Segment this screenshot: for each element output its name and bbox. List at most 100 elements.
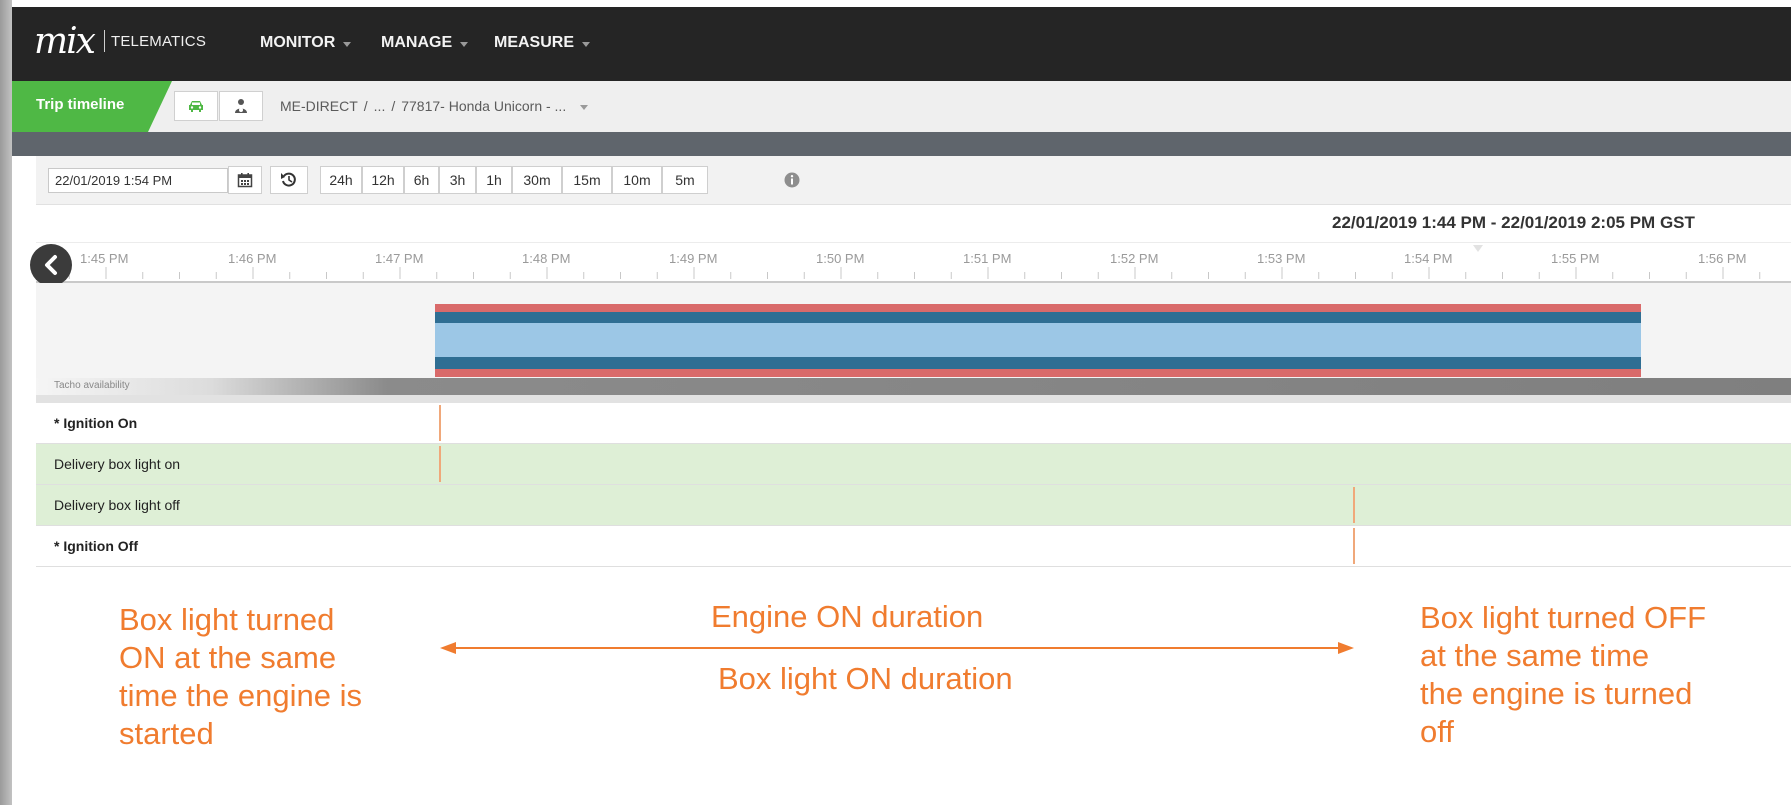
tacho-availability-bar: Tacho availability: [36, 378, 1791, 395]
stage: mix TELEMATICS MONITOR MANAGE MEASURE Tr…: [0, 0, 1791, 805]
time-axis-ticks: [68, 245, 1761, 279]
event-marker[interactable]: [1353, 528, 1355, 564]
event-label: Delivery box light off: [54, 497, 180, 513]
tick-label: 1:48 PM: [522, 251, 571, 266]
timeline-toolbar: 24h 12h 6h 3h 1h 30m 15m 10m 5m: [36, 156, 1791, 205]
breadcrumb-bar: Trip timeline ME-DIRECT / ... / 77817- H…: [12, 81, 1791, 132]
range-24h-button[interactable]: 24h: [320, 166, 362, 194]
range-label: 15m: [573, 172, 601, 188]
breadcrumb-org[interactable]: ME-DIRECT: [280, 98, 358, 114]
nav-monitor-label: MONITOR: [260, 34, 336, 51]
nav-measure[interactable]: MEASURE: [494, 34, 591, 52]
current-time-marker: [1473, 245, 1483, 252]
range-6h-button[interactable]: 6h: [404, 166, 439, 194]
breadcrumb-vehicle[interactable]: 77817- Honda Unicorn - ...: [401, 98, 566, 114]
nav-manage[interactable]: MANAGE: [381, 34, 469, 52]
tacho-underline: [36, 395, 1791, 403]
event-row-ignition-off[interactable]: * Ignition Off: [36, 526, 1791, 567]
nav-measure-label: MEASURE: [494, 34, 575, 51]
tick-label: 1:54 PM: [1404, 251, 1453, 266]
timeline-back-button[interactable]: [30, 244, 72, 286]
trip-timeline-label: Trip timeline: [36, 96, 125, 113]
caret-down-icon: [460, 41, 469, 47]
range-label: 24h: [329, 172, 353, 188]
annotation-line: Box light turned OFF: [1420, 600, 1707, 635]
range-30m-button[interactable]: 30m: [512, 166, 562, 194]
caret-down-icon: [343, 41, 352, 47]
event-label: Delivery box light on: [54, 456, 181, 472]
range-3h-button[interactable]: 3h: [439, 166, 476, 194]
range-5m-button[interactable]: 5m: [662, 166, 708, 194]
tick-label: 1:55 PM: [1551, 251, 1600, 266]
event-row-box-light-off[interactable]: Delivery box light off: [36, 485, 1791, 526]
event-label: * Ignition On: [54, 415, 138, 431]
time-axis[interactable]: 1:45 PM 1:46 PM 1:47 PM 1:48 PM 1:49 PM …: [36, 242, 1791, 284]
trip-bar-top-dark: [435, 312, 1641, 323]
tick-label: 1:50 PM: [816, 251, 865, 266]
mix-logo[interactable]: mix TELEMATICS: [34, 19, 206, 63]
annotation-line: Box light turned: [119, 602, 335, 637]
tick-label: 1:51 PM: [963, 251, 1012, 266]
range-label: 6h: [413, 172, 430, 188]
breadcrumb[interactable]: ME-DIRECT / ... / 77817- Honda Unicorn -…: [280, 98, 589, 114]
refresh-icon: [281, 172, 296, 187]
event-row-box-light-on[interactable]: Delivery box light on: [36, 444, 1791, 485]
event-row-ignition-on[interactable]: * Ignition On: [36, 403, 1791, 444]
refresh-button[interactable]: [270, 166, 308, 194]
event-marker[interactable]: [1353, 487, 1355, 523]
breadcrumb-ellipsis[interactable]: ...: [374, 98, 386, 114]
event-marker[interactable]: [439, 446, 441, 482]
caret-down-icon[interactable]: [580, 104, 589, 110]
logo-mark: mix: [34, 20, 96, 62]
logo-divider: [103, 30, 105, 52]
logo-text: TELEMATICS: [110, 32, 207, 50]
breadcrumb-separator: /: [363, 98, 368, 114]
caret-down-icon: [582, 41, 591, 47]
tacho-availability-label: Tacho availability: [54, 380, 130, 391]
nav-monitor[interactable]: MONITOR: [260, 34, 352, 52]
trip-bar-center: [435, 323, 1641, 357]
tick-label: 1:49 PM: [669, 251, 718, 266]
range-label: 3h: [449, 172, 466, 188]
annotation-line: the engine is turned: [1420, 676, 1693, 711]
breadcrumb-separator: /: [391, 98, 396, 114]
left-frame-strip: [0, 0, 12, 805]
calendar-icon: [237, 173, 253, 188]
trip-area: [36, 283, 1791, 378]
trip-bar-top-red: [435, 304, 1641, 312]
annotation-box-light-on-duration: Box light ON duration: [718, 661, 1013, 696]
range-12h-button[interactable]: 12h: [362, 166, 404, 194]
range-label: 30m: [523, 172, 551, 188]
trip-bar-bottom-dark: [435, 357, 1641, 369]
annotation-engine-on-duration: Engine ON duration: [711, 599, 984, 634]
duration-arrow: [440, 642, 1354, 654]
trip-bar[interactable]: [435, 304, 1641, 369]
timeline-range-label: 22/01/2019 1:44 PM - 22/01/2019 2:05 PM …: [1332, 213, 1695, 232]
annotation-line: off: [1420, 714, 1454, 749]
annotation-line: started: [119, 716, 214, 751]
tick-label: 1:45 PM: [80, 251, 129, 266]
range-10m-button[interactable]: 10m: [612, 166, 662, 194]
tick-label: 1:56 PM: [1698, 251, 1747, 266]
annotation-box-light-on: Box light turned ON at the same time the…: [119, 601, 362, 753]
event-label: * Ignition Off: [54, 538, 138, 554]
info-icon[interactable]: [784, 172, 800, 188]
range-1h-button[interactable]: 1h: [476, 166, 512, 194]
annotation-box-light-off: Box light turned OFF at the same time th…: [1420, 599, 1706, 751]
calendar-button[interactable]: [228, 166, 262, 194]
header-separator-band: [12, 132, 1791, 156]
driver-view-button[interactable]: [219, 91, 263, 121]
annotation-line: time the engine is: [119, 678, 362, 713]
annotation-line: at the same time: [1420, 638, 1650, 673]
tick-label: 1:53 PM: [1257, 251, 1306, 266]
range-label: 5m: [675, 172, 695, 188]
tick-label: 1:47 PM: [375, 251, 424, 266]
range-label: 1h: [486, 172, 502, 188]
event-marker[interactable]: [439, 405, 441, 441]
car-icon: [189, 101, 203, 112]
date-input[interactable]: [48, 168, 228, 193]
range-label: 10m: [623, 172, 651, 188]
range-15m-button[interactable]: 15m: [562, 166, 612, 194]
tick-label: 1:52 PM: [1110, 251, 1159, 266]
vehicle-view-button[interactable]: [174, 91, 218, 121]
